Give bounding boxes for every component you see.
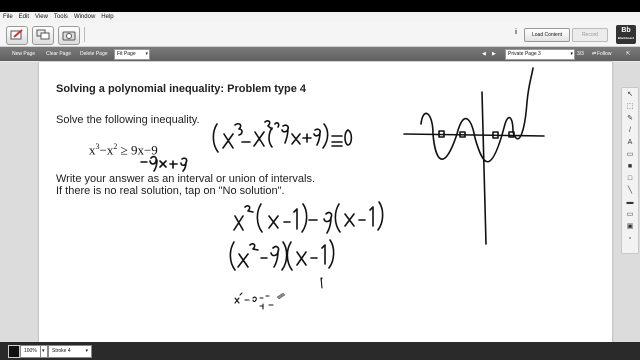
whiteboard-canvas-area[interactable]: Solving a polynomial inequality: Problem… [0,62,640,348]
blackboard-logo: Bb Blackboard [616,25,636,44]
whiteboard-page[interactable]: Solving a polynomial inequality: Problem… [39,62,612,348]
color-swatch[interactable] [8,345,20,358]
zoom-select[interactable]: Fit Page ▾ [114,49,150,60]
ink-factored-expr [212,120,353,153]
page-count: 3/3 [577,51,584,57]
select-tool-icon[interactable]: ⬚ [624,102,636,112]
rectangle-tool-icon[interactable]: ■ [624,162,636,172]
ink-root-marker-4 [508,131,515,138]
chevron-down-icon: ▾ [85,348,88,354]
logo-text: Bb [621,27,631,34]
hand-tool-icon[interactable]: ▬ [624,198,636,208]
menu-tools[interactable]: Tools [51,12,71,23]
whiteboard-pen-icon [10,29,23,40]
ink-neg9x-plus9 [140,155,188,172]
highlighter-tool-icon[interactable]: / [624,126,636,136]
line-tool-icon[interactable]: ╲ [624,186,636,196]
pen-tool-icon[interactable]: ✎ [624,114,636,124]
chevron-down-icon: ▾ [145,51,148,57]
next-page-icon[interactable]: ▶ [488,49,500,59]
main-toolbar: i Load Content Record Bb Blackboard [0,23,640,47]
text-tool-icon[interactable]: A [624,138,636,148]
zoom-select-value: Fit Page [117,51,136,57]
clear-page-button[interactable]: Clear Page [42,49,75,59]
page-select-value: Private Page 3 [508,51,541,57]
pointer-tool-icon[interactable]: ↖ [624,90,636,100]
logo-subtext: Blackboard [617,36,635,40]
camera-icon [62,31,76,41]
screenshot-tool-icon[interactable]: ▣ [624,222,636,232]
follow-label[interactable]: Follow [593,49,615,59]
handwriting-layer [140,67,545,310]
menu-view[interactable]: View [32,12,51,23]
image-tool-icon[interactable]: ▭ [624,210,636,220]
ink-graph-curve [420,67,534,163]
new-page-button[interactable]: New Page [8,49,39,59]
menu-edit[interactable]: Edit [16,12,32,23]
ink-small-notes [234,277,323,310]
delete-page-button[interactable]: Delete Page [76,49,112,59]
windows-icon [36,29,50,40]
menu-file[interactable]: File [0,12,16,23]
toolbar-divider [84,27,85,42]
collapse-icon[interactable]: ⇱ [622,49,634,59]
whiteboard-button[interactable] [6,26,28,45]
zoom-level-value: 100% [24,348,37,354]
ink-product-expr [229,239,335,271]
more-tools-icon[interactable]: ▫ [624,234,636,244]
ellipse-tool-icon[interactable]: □ [624,174,636,184]
eraser-tool-icon[interactable]: ▭ [624,150,636,160]
page-toolbar: New Page Clear Page Delete Page Fit Page… [0,47,640,61]
ink-graph-y-axis [481,91,487,245]
menu-help[interactable]: Help [98,12,116,23]
zoom-dropdown-icon[interactable]: ▾ [40,345,48,358]
camera-button[interactable] [58,26,80,45]
page-select[interactable]: Private Page 3 ▾ [505,49,575,60]
info-icon[interactable]: i [512,29,520,39]
stroke-value: Stroke 4 [52,348,71,354]
screens-button[interactable] [32,26,54,45]
menu-window[interactable]: Window [71,12,98,23]
app-window: File Edit View Tools Window Help i Load … [0,12,640,348]
status-bar: 100% ▾ Stroke 4 ▾ [0,342,640,360]
record-button[interactable]: Record [572,28,608,42]
pen-cursor-icon [276,292,286,300]
stroke-select[interactable]: Stroke 4 ▾ [48,345,92,358]
ink-grouped-expr [233,201,384,234]
load-content-button[interactable]: Load Content [524,28,570,42]
drawing-tools-palette: ↖ ⬚ ✎ / A ▭ ■ □ ╲ ▬ ▭ ▣ ▫ [621,87,639,254]
